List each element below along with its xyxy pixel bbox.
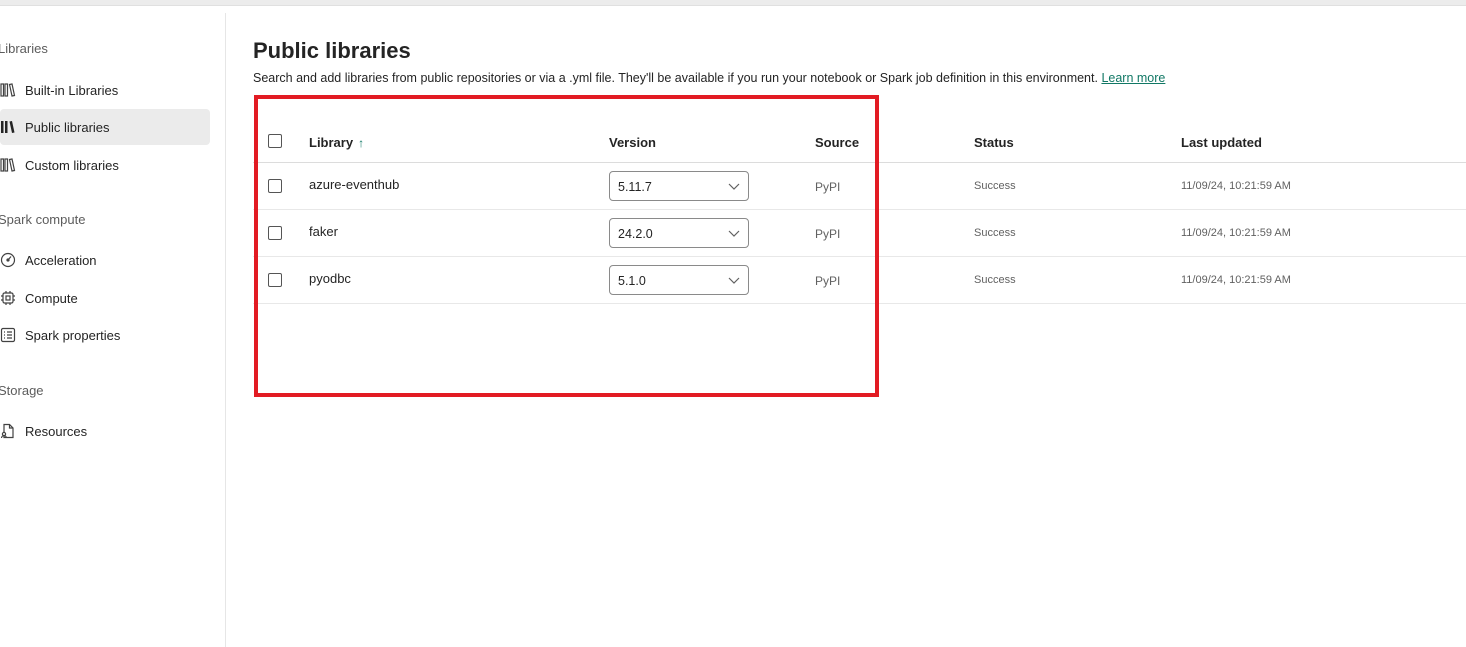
version-value: 5.11.7 (618, 180, 652, 194)
column-header-last-updated[interactable]: Last updated (1181, 135, 1262, 150)
chevron-down-icon (728, 230, 740, 237)
sidebar-item-spark-properties[interactable]: Spark properties (0, 317, 210, 353)
select-all-checkbox[interactable] (268, 134, 282, 148)
custom-library-icon (0, 157, 16, 173)
status-value: Success (974, 180, 1016, 192)
sidebar-item-label: Spark properties (25, 327, 121, 343)
version-dropdown[interactable]: 24.2.0 (609, 218, 749, 248)
page-title: Public libraries (253, 38, 411, 63)
section-title-spark-compute: Spark compute (0, 212, 86, 227)
sidebar-item-label: Resources (25, 423, 88, 439)
description-text: Search and add libraries from public rep… (253, 71, 1098, 85)
source-value: PyPI (815, 180, 841, 194)
sidebar-item-acceleration[interactable]: Acceleration (0, 242, 210, 278)
sidebar-item-label: Compute (25, 290, 78, 306)
column-header-status[interactable]: Status (974, 135, 1014, 150)
source-value: PyPI (815, 274, 841, 288)
document-person-icon (0, 423, 16, 439)
chevron-down-icon (728, 183, 740, 190)
row-checkbox[interactable] (268, 226, 282, 240)
chevron-down-icon (728, 277, 740, 284)
section-title-libraries: Libraries (0, 41, 48, 56)
sidebar-item-label: Public libraries (25, 119, 110, 135)
table-row[interactable]: faker 24.2.0 PyPI Success 11/09/24, 10:2… (253, 210, 1466, 257)
source-value: PyPI (815, 227, 841, 241)
public-library-icon (0, 119, 16, 135)
version-value: 24.2.0 (618, 227, 653, 241)
column-header-version[interactable]: Version (609, 135, 656, 150)
last-updated-value: 11/09/24, 10:21:59 AM (1181, 274, 1291, 286)
last-updated-value: 11/09/24, 10:21:59 AM (1181, 180, 1291, 192)
table-header-row: Library ↑ Version Source Status Last upda… (253, 126, 1466, 163)
main-content: Public libraries Search and add librarie… (226, 13, 1466, 647)
sidebar-item-built-in-libraries[interactable]: Built-in Libraries (0, 72, 210, 108)
version-value: 5.1.0 (618, 274, 646, 288)
sidebar-item-compute[interactable]: Compute (0, 280, 210, 316)
status-value: Success (974, 227, 1016, 239)
gauge-icon (0, 252, 16, 268)
version-dropdown[interactable]: 5.11.7 (609, 171, 749, 201)
page-description: Search and add libraries from public rep… (253, 71, 1165, 85)
column-header-label: Library (309, 135, 354, 150)
table-row[interactable]: azure-eventhub 5.11.7 PyPI Success 11/09… (253, 163, 1466, 210)
sidebar-item-label: Acceleration (25, 252, 97, 268)
column-header-library[interactable]: Library ↑ (309, 135, 364, 150)
sidebar-item-label: Custom libraries (25, 157, 119, 173)
sidebar-item-resources[interactable]: Resources (0, 413, 210, 449)
sidebar: Libraries Built-in Libraries Public libr… (0, 13, 226, 647)
row-checkbox[interactable] (268, 273, 282, 287)
row-checkbox[interactable] (268, 179, 282, 193)
section-title-storage: Storage (0, 383, 44, 398)
sort-ascending-icon: ↑ (358, 136, 365, 150)
library-books-icon (0, 82, 16, 98)
sidebar-item-public-libraries[interactable]: Public libraries (0, 109, 210, 145)
sidebar-item-label: Built-in Libraries (25, 82, 119, 98)
library-name: faker (309, 224, 338, 239)
properties-list-icon (0, 327, 16, 343)
learn-more-link[interactable]: Learn more (1101, 71, 1165, 85)
table-row[interactable]: pyodbc 5.1.0 PyPI Success 11/09/24, 10:2… (253, 257, 1466, 304)
last-updated-value: 11/09/24, 10:21:59 AM (1181, 227, 1291, 239)
version-dropdown[interactable]: 5.1.0 (609, 265, 749, 295)
library-name: azure-eventhub (309, 177, 400, 192)
column-header-source[interactable]: Source (815, 135, 859, 150)
chip-icon (0, 290, 16, 306)
sidebar-item-custom-libraries[interactable]: Custom libraries (0, 147, 210, 183)
library-name: pyodbc (309, 271, 351, 286)
status-value: Success (974, 274, 1016, 286)
top-bar (0, 0, 1466, 6)
